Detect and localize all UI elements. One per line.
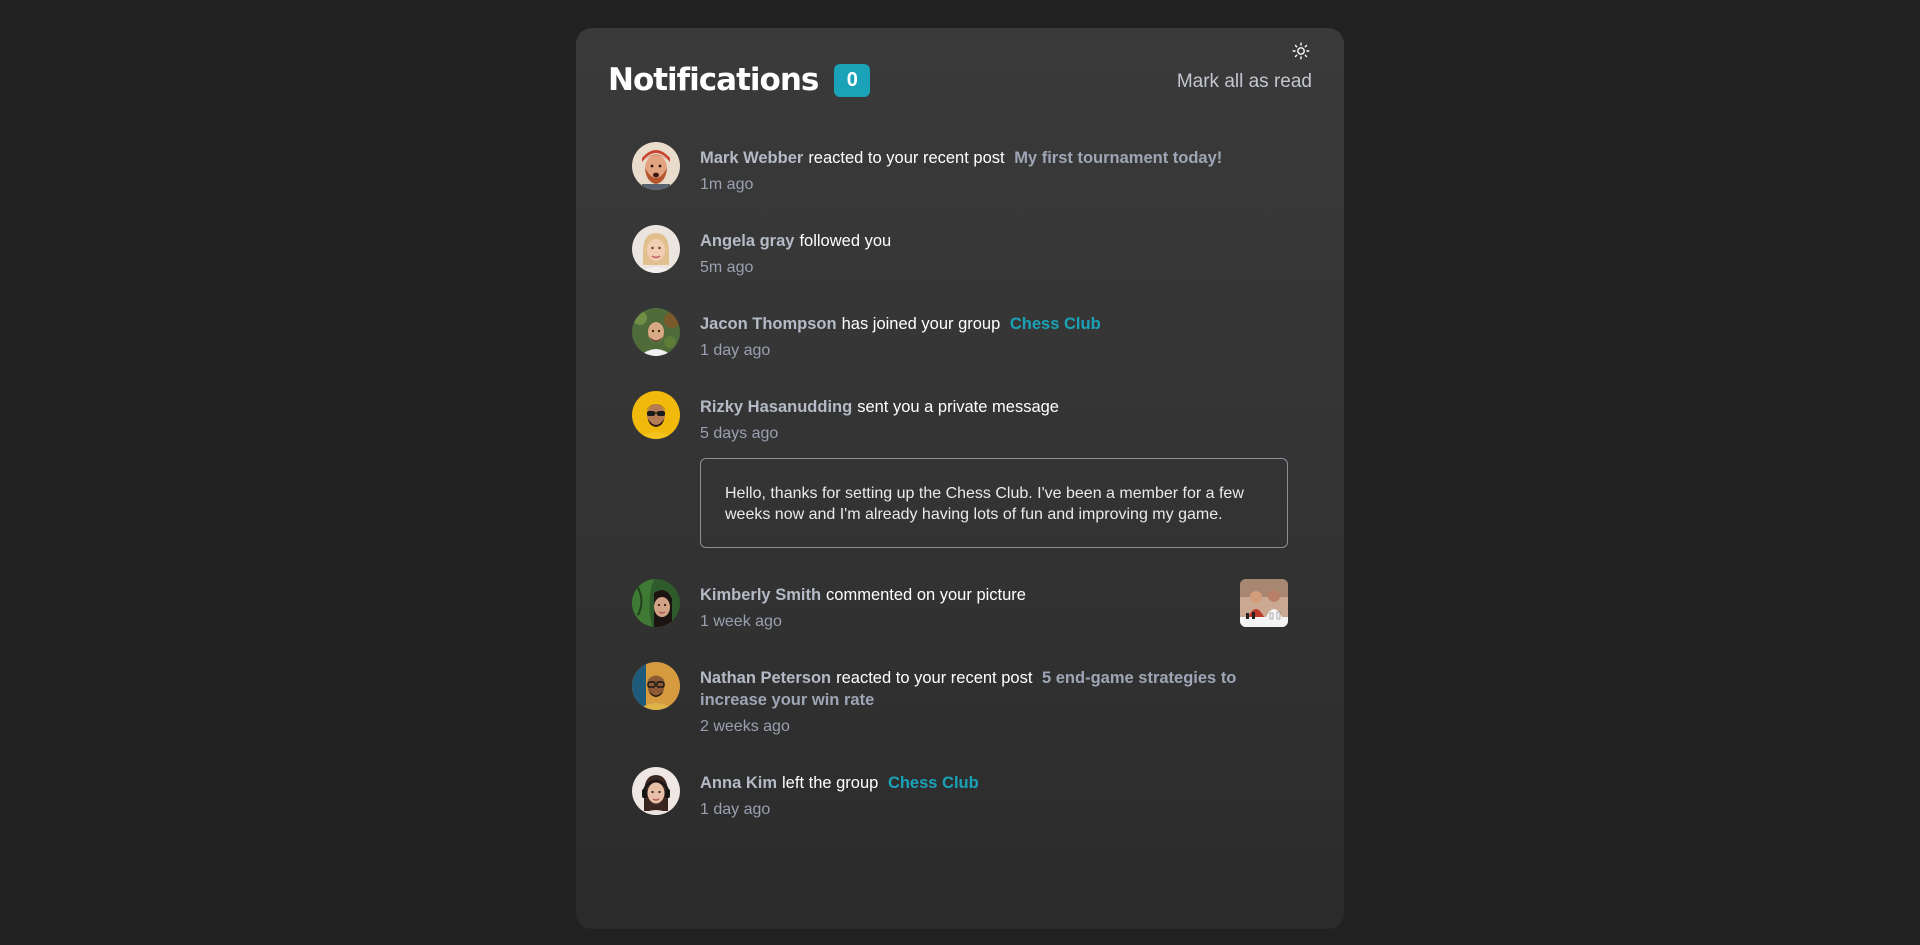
post-link[interactable]: My first tournament today! bbox=[1014, 149, 1222, 167]
timestamp: 1 week ago bbox=[700, 613, 782, 630]
avatar[interactable] bbox=[632, 767, 680, 815]
user-name-link[interactable]: Mark Webber bbox=[700, 149, 803, 167]
unread-count-badge: 0 bbox=[834, 63, 871, 97]
avatar[interactable] bbox=[632, 662, 680, 710]
user-name-link[interactable]: Rizky Hasanudding bbox=[700, 398, 852, 416]
timestamp: 2 weeks ago bbox=[700, 718, 790, 735]
group-link[interactable]: Chess Club bbox=[888, 774, 979, 792]
avatar[interactable] bbox=[632, 308, 680, 356]
notification-item[interactable]: Mark Webber reacted to your recent post M… bbox=[632, 142, 1288, 194]
notification-item[interactable]: Angela gray followed you 5m ago bbox=[632, 225, 1288, 277]
notification-item[interactable]: Anna Kim left the group Chess Club 1 day … bbox=[632, 767, 1288, 819]
group-link[interactable]: Chess Club bbox=[1010, 315, 1101, 333]
notification-item[interactable]: Jacon Thompson has joined your group Ches… bbox=[632, 308, 1288, 360]
notification-action: reacted to your recent post bbox=[808, 149, 1005, 167]
timestamp: 1 day ago bbox=[700, 342, 771, 359]
avatar[interactable] bbox=[632, 142, 680, 190]
timestamp: 5 days ago bbox=[700, 425, 779, 442]
notification-action: followed you bbox=[799, 232, 892, 250]
user-name-link[interactable]: Jacon Thompson bbox=[700, 315, 837, 333]
user-name-link[interactable]: Nathan Peterson bbox=[700, 669, 831, 687]
avatar[interactable] bbox=[632, 579, 680, 627]
notification-item[interactable]: Rizky Hasanudding sent you a private mess… bbox=[632, 391, 1288, 548]
mark-all-as-read-button[interactable]: Mark all as read bbox=[1177, 71, 1312, 93]
notification-list: Mark Webber reacted to your recent post M… bbox=[632, 142, 1288, 850]
private-message[interactable]: Hello, thanks for setting up the Chess C… bbox=[700, 458, 1288, 548]
notification-item[interactable]: Kimberly Smith commented on your picture … bbox=[632, 579, 1288, 631]
avatar[interactable] bbox=[632, 391, 680, 439]
notification-action: commented on your picture bbox=[826, 586, 1026, 604]
user-name-link[interactable]: Anna Kim bbox=[700, 774, 777, 792]
notification-action: has joined your group bbox=[841, 315, 1001, 333]
avatar[interactable] bbox=[632, 225, 680, 273]
notifications-card: Notifications 0 Mark all as read Mark We… bbox=[576, 28, 1344, 929]
commented-picture-thumbnail[interactable] bbox=[1240, 579, 1288, 627]
notification-action: left the group bbox=[782, 774, 879, 792]
notification-action: reacted to your recent post bbox=[836, 669, 1033, 687]
notification-action: sent you a private message bbox=[857, 398, 1059, 416]
user-name-link[interactable]: Kimberly Smith bbox=[700, 586, 821, 604]
notification-item[interactable]: Nathan Peterson reacted to your recent po… bbox=[632, 662, 1288, 736]
user-name-link[interactable]: Angela gray bbox=[700, 232, 794, 250]
timestamp: 1 day ago bbox=[700, 801, 771, 818]
timestamp: 1m ago bbox=[700, 176, 754, 193]
timestamp: 5m ago bbox=[700, 259, 754, 276]
page-title: Notifications bbox=[608, 62, 819, 98]
header: Notifications 0 Mark all as read bbox=[608, 58, 1312, 102]
